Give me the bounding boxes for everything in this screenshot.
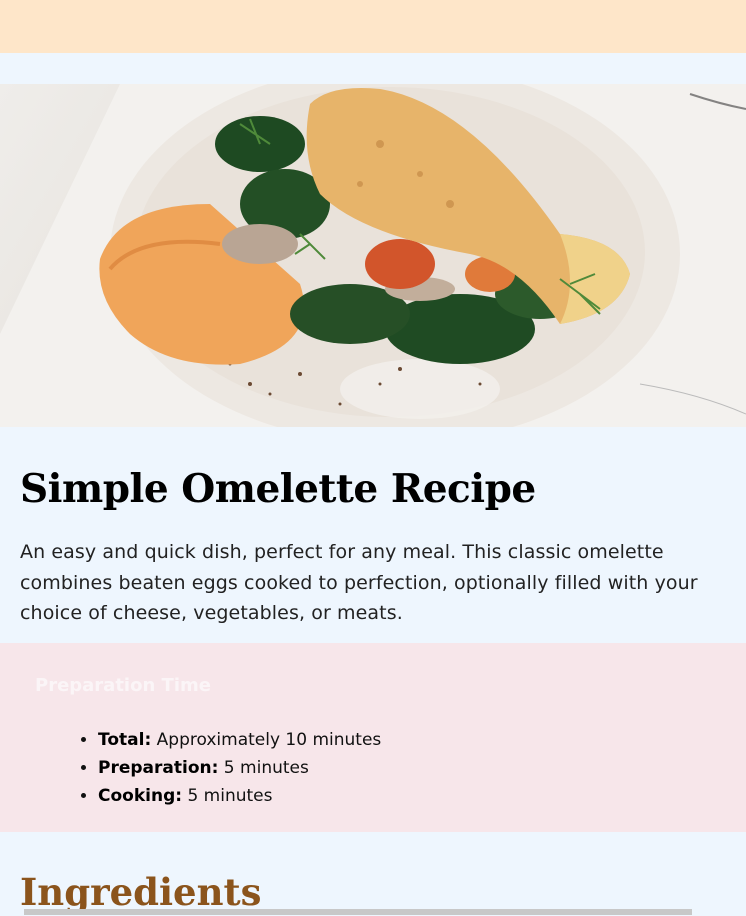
page-title: Simple Omelette Recipe	[20, 466, 536, 512]
recipe-description: An easy and quick dish, perfect for any …	[20, 541, 698, 624]
omelette-on-plate-image	[0, 84, 746, 427]
list-item-value: Approximately 10 minutes	[151, 729, 382, 750]
list-item-cooking: Cooking: 5 minutes	[98, 782, 381, 810]
list-item-label: Total:	[98, 729, 152, 750]
mushroom	[222, 224, 298, 264]
list-item-preparation: Preparation: 5 minutes	[98, 754, 381, 782]
plate-highlight	[340, 359, 500, 419]
list-item-label: Cooking:	[98, 785, 183, 806]
hero-illustration	[0, 84, 746, 427]
list-item-value: 5 minutes	[218, 757, 309, 778]
preparation-time-section: Preparation Time Total: Approximately 10…	[0, 642, 746, 832]
top-banner	[0, 0, 746, 53]
spacer	[0, 53, 746, 84]
preparation-time-heading: Preparation Time	[35, 674, 211, 696]
preparation-time-list: Total: Approximately 10 minutes Preparat…	[70, 726, 381, 810]
list-item-value: 5 minutes	[182, 785, 273, 806]
list-item-total: Total: Approximately 10 minutes	[98, 726, 381, 754]
list-item-label: Preparation:	[98, 757, 219, 778]
section-divider	[24, 909, 692, 915]
tomato	[365, 239, 435, 289]
